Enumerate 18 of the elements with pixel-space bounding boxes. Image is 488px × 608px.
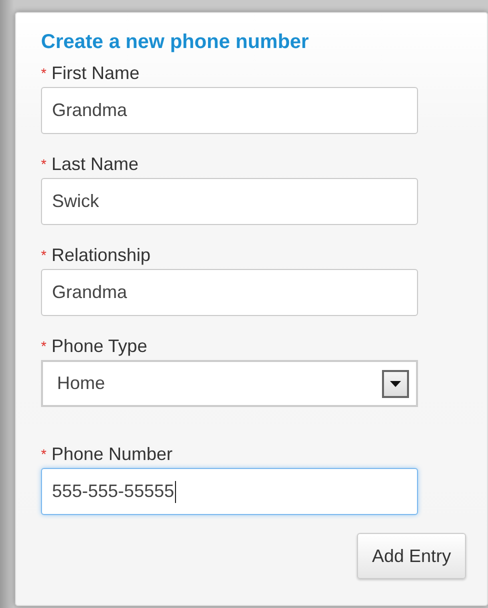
field-label: Relationship [51,244,151,266]
required-mark: * [41,445,46,461]
input-field[interactable]: Swick [41,178,418,225]
add-entry-button[interactable]: Add Entry [356,533,466,579]
required-mark: * [41,337,46,353]
input-field[interactable]: Grandma [41,87,418,134]
required-mark: * [41,155,46,171]
dropdown[interactable]: Home [41,360,418,407]
input-field[interactable]: 555-555-55555 [41,468,418,515]
input-field[interactable]: Grandma [41,269,418,316]
field-label: Phone Type [51,335,148,357]
field-label: Phone Number [51,443,173,465]
field-label: Last Name [51,153,138,175]
required-mark: * [41,64,46,80]
required-mark: * [41,246,46,262]
text-cursor [175,480,176,502]
field-label: First Name [51,62,140,84]
form-title: Create a new phone number [41,30,310,55]
